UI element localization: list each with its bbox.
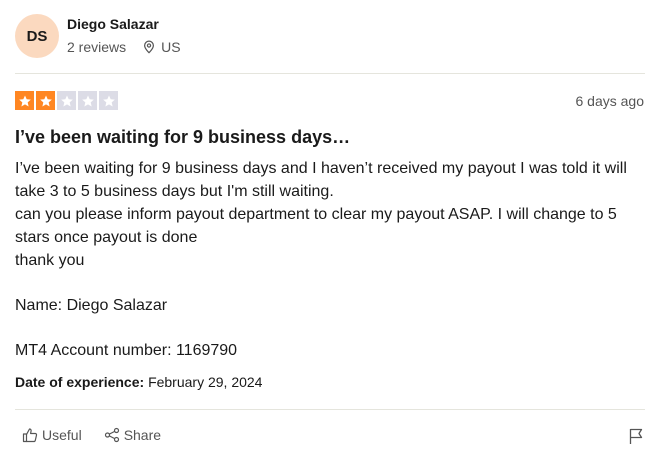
review-text-line: can you please inform payout department … — [15, 206, 617, 246]
star-filled-icon — [15, 91, 34, 110]
flag-icon[interactable] — [627, 427, 645, 445]
share-button[interactable]: Share — [104, 427, 161, 443]
useful-button[interactable]: Useful — [22, 427, 82, 443]
useful-label: Useful — [42, 427, 82, 443]
review-actions: Useful Share — [22, 427, 183, 443]
share-icon — [104, 427, 119, 443]
star-rating — [15, 91, 118, 110]
avatar[interactable]: DS — [15, 14, 59, 58]
review-text-line: I’ve been waiting for 9 business days an… — [15, 160, 627, 200]
review-card: DS Diego Salazar 2 reviews US 6 days ago… — [0, 0, 655, 455]
experience-label: Date of experience: — [15, 374, 145, 390]
star-filled-icon — [36, 91, 55, 110]
date-of-experience: Date of experience: February 29, 2024 — [15, 374, 262, 390]
share-label: Share — [123, 427, 162, 443]
review-body: I’ve been waiting for 9 business days an… — [15, 157, 645, 362]
reviewer-location: US — [161, 39, 181, 55]
experience-date: February 29, 2024 — [148, 374, 263, 390]
review-text-line: Name: Diego Salazar — [15, 297, 168, 314]
thumbs-up-icon — [22, 428, 38, 443]
reviewer-header: DS Diego Salazar 2 reviews US — [15, 14, 181, 58]
review-date: 6 days ago — [575, 93, 645, 109]
star-empty-icon — [78, 91, 97, 110]
reviewer-name[interactable]: Diego Salazar — [67, 15, 181, 33]
reviews-count: 2 reviews — [67, 39, 127, 55]
header-divider — [15, 73, 645, 74]
review-title[interactable]: I’ve been waiting for 9 business days… — [15, 126, 350, 148]
reviewer-info: Diego Salazar 2 reviews US — [67, 14, 181, 56]
location-pin-icon — [144, 40, 155, 54]
reviewer-meta: 2 reviews US — [67, 38, 181, 56]
footer-divider — [15, 409, 645, 410]
review-text-line: MT4 Account number: 1169790 — [15, 342, 238, 359]
star-empty-icon — [99, 91, 118, 110]
review-text-line: thank you — [15, 252, 85, 269]
star-empty-icon — [57, 91, 76, 110]
